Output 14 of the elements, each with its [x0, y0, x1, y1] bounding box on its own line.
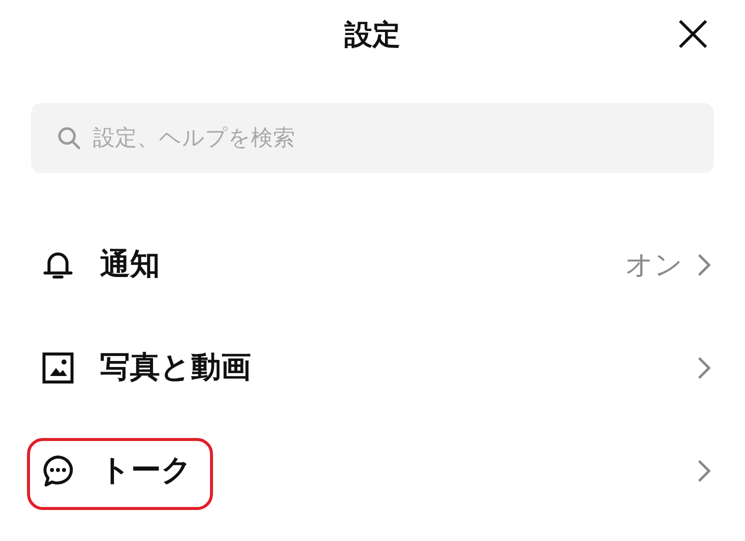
chevron-icon	[697, 252, 711, 276]
chevron-icon	[697, 356, 711, 380]
search-icon	[57, 126, 81, 150]
item-label: 写真と動画	[100, 349, 252, 387]
settings-item[interactable]: トーク	[0, 419, 745, 522]
page-title: 設定	[344, 17, 400, 53]
item-value: オン	[625, 246, 683, 282]
settings-item[interactable]: 通知 オン	[0, 213, 745, 316]
settings-item[interactable]: 写真と動画	[0, 316, 745, 419]
item-label: トーク	[100, 452, 193, 490]
image-icon	[41, 350, 75, 384]
search-field[interactable]: 設定、ヘルプを検索	[31, 103, 714, 173]
item-label: 通知	[100, 246, 161, 284]
chevron-icon	[697, 458, 711, 482]
